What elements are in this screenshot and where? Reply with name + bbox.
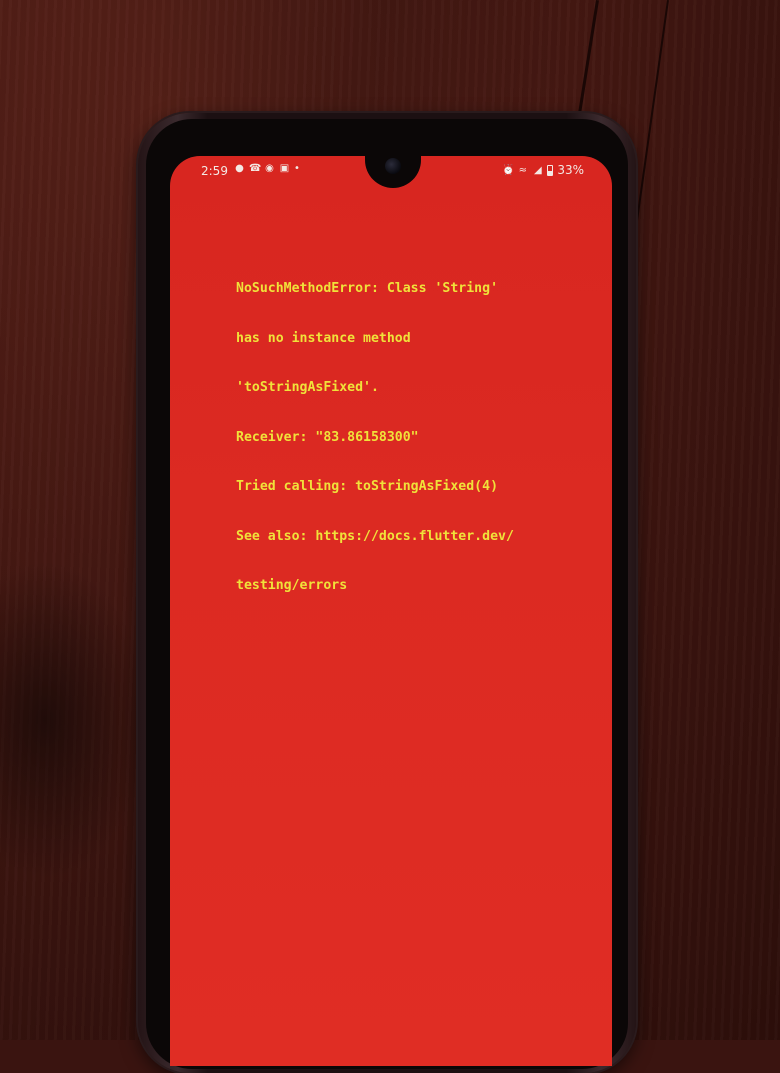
- wood-crack: [578, 0, 599, 115]
- table-stain: [0, 560, 150, 880]
- status-time: 2:59: [201, 164, 228, 178]
- signal-icon: ◢: [533, 164, 542, 176]
- error-line: See also: https://docs.flutter.dev/: [236, 528, 514, 544]
- flutter-error-message: NoSuchMethodError: Class 'String' has no…: [236, 248, 606, 628]
- whatsapp-icon: ☎: [249, 163, 262, 174]
- front-camera-icon: [385, 158, 401, 174]
- instagram-icon: ▣: [279, 163, 290, 174]
- dot-icon: •: [294, 163, 300, 174]
- messenger-icon: ◉: [265, 163, 274, 174]
- error-line: Receiver: "83.86158300": [236, 429, 419, 445]
- wifi-icon: ≈: [518, 164, 528, 176]
- phone-screen: 2:59 ● ☎ ◉ ▣ • ⏰ ≈ ◢ 33% NoSuchMethodErr…: [170, 156, 612, 1066]
- alarm-icon: ⏰: [502, 164, 515, 176]
- notification-icons: ● ☎ ◉ ▣ •: [234, 163, 300, 174]
- chat-icon: ●: [235, 163, 244, 174]
- error-line: has no instance method: [236, 330, 411, 346]
- battery-icon: [547, 164, 554, 176]
- error-line: Tried calling: toStringAsFixed(4): [236, 479, 499, 494]
- error-line: testing/errors: [236, 578, 348, 593]
- wood-crack: [633, 0, 669, 238]
- error-line: NoSuchMethodError: Class 'String': [236, 281, 499, 296]
- camera-notch: [365, 156, 421, 188]
- phone-device: 2:59 ● ☎ ◉ ▣ • ⏰ ≈ ◢ 33% NoSuchMethodErr…: [138, 113, 636, 1073]
- phone-bezel: 2:59 ● ☎ ◉ ▣ • ⏰ ≈ ◢ 33% NoSuchMethodErr…: [146, 119, 628, 1069]
- battery-percent: 33%: [557, 163, 584, 177]
- system-icons: ⏰ ≈ ◢ 33%: [502, 163, 584, 177]
- error-line: 'toStringAsFixed'.: [236, 380, 379, 395]
